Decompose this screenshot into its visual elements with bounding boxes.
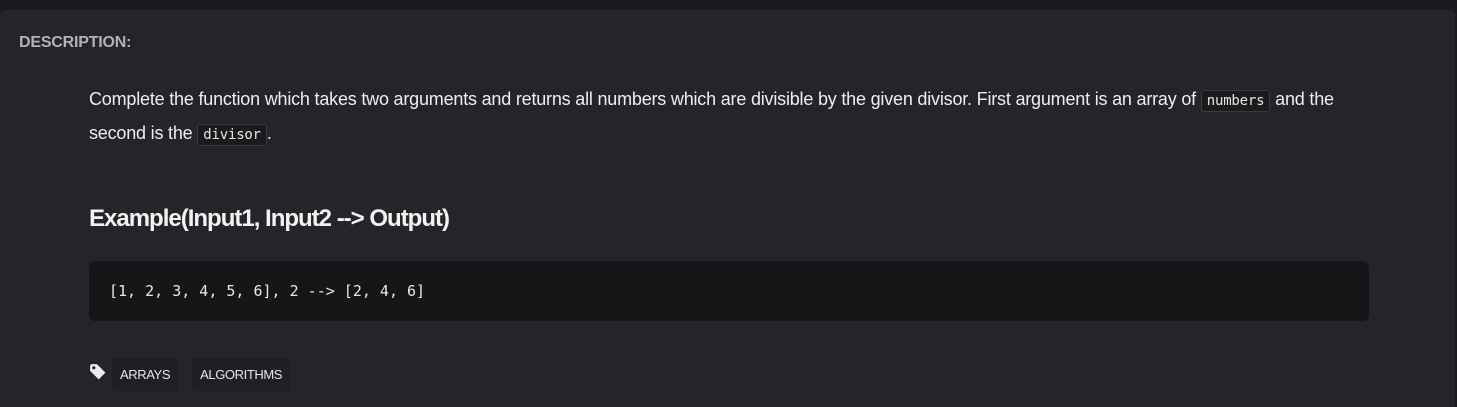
example-code-block: [1, 2, 3, 4, 5, 6], 2 --> [2, 4, 6] [89,261,1369,321]
example-heading: Example(Input1, Input2 --> Output) [89,205,450,232]
inline-code-numbers: numbers [1200,90,1271,112]
tag-algorithms[interactable]: ALGORITHMS [192,358,291,391]
example-code: [1, 2, 3, 4, 5, 6], 2 --> [2, 4, 6] [109,282,426,300]
inline-code-divisor: divisor [197,124,267,146]
description-paragraph: Complete the function which takes two ar… [89,83,1369,151]
tag-arrays[interactable]: ARRAYS [112,358,179,391]
section-label: DESCRIPTION: [19,34,132,51]
description-text: Complete the function which takes two ar… [89,89,1201,109]
description-panel: DESCRIPTION: Complete the function which… [0,10,1455,407]
tag-list: ARRAYS ALGORITHMS [89,358,304,391]
description-text: . [266,123,272,143]
tag-icon [90,363,106,379]
description-content: Complete the function which takes two ar… [89,83,1369,391]
